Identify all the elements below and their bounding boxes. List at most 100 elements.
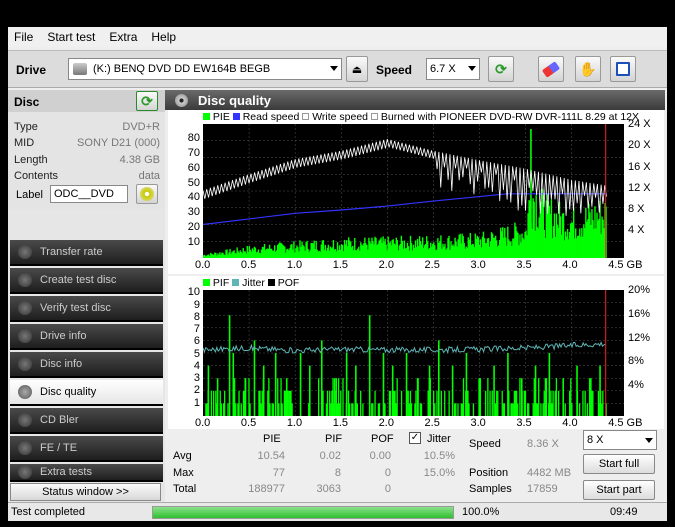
drive-select[interactable]: (K:) BENQ DVD DD EW164B BEGB: [68, 58, 342, 80]
stats-max-pif: 8: [334, 467, 341, 479]
nav-cd-bler[interactable]: CD Bler: [10, 408, 163, 434]
pif-bar: [545, 378, 548, 416]
transfer-rate-icon: [18, 245, 32, 259]
y2-tick-label: 8%: [628, 355, 644, 368]
pif-spike: [562, 378, 564, 416]
nav-cd-bler-label: CD Bler: [40, 414, 79, 426]
pif-bar: [340, 390, 342, 416]
stats-total-pie: 188977: [248, 483, 285, 495]
pif-bar: [326, 390, 329, 416]
disc-label-button[interactable]: [136, 184, 158, 204]
x-tick-label: 3.0: [470, 417, 486, 429]
nav-disc-quality-label: Disc quality: [40, 386, 97, 398]
nav-disc-info[interactable]: Disc info: [10, 352, 163, 378]
nav-transfer-rate[interactable]: Transfer rate: [10, 240, 163, 266]
refresh-button[interactable]: ⟳: [488, 56, 514, 82]
pif-spike: [285, 378, 288, 416]
eject-icon: ⏏: [351, 63, 363, 76]
nav-fe-te[interactable]: FE / TE: [10, 436, 163, 462]
menu-file[interactable]: File: [14, 30, 33, 44]
speed-label: Speed: [376, 63, 413, 77]
y-tick-label: 20: [187, 221, 200, 234]
pif-spike: [345, 353, 348, 416]
stats-avg-pof: 0.00: [369, 450, 391, 462]
progress-bar: [152, 506, 454, 519]
pif-bar: [288, 390, 290, 416]
speed-select[interactable]: 6.7 X: [426, 58, 480, 80]
disc-mid-value: SONY D21 (000): [77, 137, 160, 149]
pif-spike: [207, 365, 210, 416]
extra-tests-icon: [18, 465, 32, 479]
start-full-button[interactable]: Start full: [583, 454, 655, 474]
disc-panel: Disc ⟳ Type DVD+R MID SONY D21 (000) Lengt…: [8, 90, 165, 209]
pif-bar: [396, 378, 398, 416]
pif-bar: [550, 390, 552, 416]
pif-bar: [524, 390, 527, 416]
stats-speed-value: 8.36 X: [527, 438, 559, 450]
erase-button[interactable]: [538, 56, 564, 82]
stats-samples-label: Samples: [469, 483, 512, 495]
pif-bar: [544, 378, 547, 416]
pif-bar: [557, 390, 560, 416]
legend-swatch-pof: [267, 279, 275, 286]
save-button[interactable]: [610, 56, 636, 82]
y-tick-label: 7: [193, 323, 200, 336]
pif-bar: [222, 403, 225, 416]
pif-chart: PIF Jitter POF 10 9 8 7 6 5 4 3 2 1 20% 16% 12% 8% 4%…: [168, 276, 664, 429]
stats-samples-value: 17859: [527, 483, 558, 495]
nav-verify-test-disc[interactable]: Verify test disc: [10, 296, 163, 322]
pif-bar: [420, 403, 423, 416]
pif-spike: [479, 378, 482, 416]
pif-bar: [362, 403, 364, 416]
eject-button[interactable]: ⏏: [346, 56, 368, 82]
disc-label-input[interactable]: ODC__DVD: [50, 185, 128, 203]
test-speed-select[interactable]: 8 X: [583, 430, 657, 450]
pif-bar: [543, 390, 545, 416]
x-tick-label: 3.0: [470, 259, 486, 271]
pif-bar: [318, 378, 320, 416]
pif-bar: [374, 390, 376, 416]
pif-spike: [355, 365, 357, 416]
nav-disc-quality[interactable]: Disc quality: [10, 380, 163, 406]
pif-spike: [507, 353, 509, 416]
nav-extra-tests[interactable]: Extra tests: [10, 464, 163, 482]
pif-bar: [238, 390, 240, 416]
cd-bler-icon: [18, 413, 32, 427]
pif-bar: [588, 378, 591, 416]
pif-bar: [248, 378, 250, 416]
pif-bar: [219, 390, 221, 416]
nav-drive-info[interactable]: Drive info: [10, 324, 163, 350]
options-button[interactable]: ✋: [575, 56, 601, 82]
jitter-checkbox[interactable]: ✓: [409, 432, 421, 444]
pif-bar: [329, 390, 331, 416]
nav-create-test-disc[interactable]: Create test disc: [10, 268, 163, 294]
verify-test-disc-icon: [18, 301, 32, 315]
legend-swatch-read: [232, 113, 240, 120]
pif-bar: [240, 403, 242, 416]
pif-bar: [592, 390, 594, 416]
y2-tick-label: 20%: [628, 284, 651, 296]
start-part-button[interactable]: Start part: [583, 480, 655, 500]
pif-bar: [538, 378, 540, 416]
disc-mid-row: MID SONY D21 (000): [14, 137, 160, 153]
pie-plot-svg: [203, 124, 624, 258]
menu-extra[interactable]: Extra: [109, 30, 137, 44]
legend-swatch-pie: [203, 113, 210, 120]
pif-bar: [478, 378, 480, 416]
pif-bar: [242, 390, 245, 416]
pif-bar: [278, 403, 280, 416]
status-window-button[interactable]: Status window >>: [10, 483, 161, 501]
disc-refresh-button[interactable]: ⟳: [136, 91, 158, 111]
pif-bar: [554, 390, 556, 416]
pif-bar: [533, 378, 535, 416]
pif-bar: [290, 390, 292, 416]
x-tick-label: 2.5: [424, 417, 440, 429]
menu-help[interactable]: Help: [151, 30, 176, 44]
pif-bar: [551, 403, 553, 416]
pif-spike: [232, 353, 235, 416]
y-tick-label: 1: [193, 396, 200, 409]
create-test-disc-icon: [18, 273, 32, 287]
stats-col-pof: POF: [371, 433, 394, 445]
pif-bar: [389, 390, 392, 416]
menu-start-test[interactable]: Start test: [47, 30, 95, 44]
